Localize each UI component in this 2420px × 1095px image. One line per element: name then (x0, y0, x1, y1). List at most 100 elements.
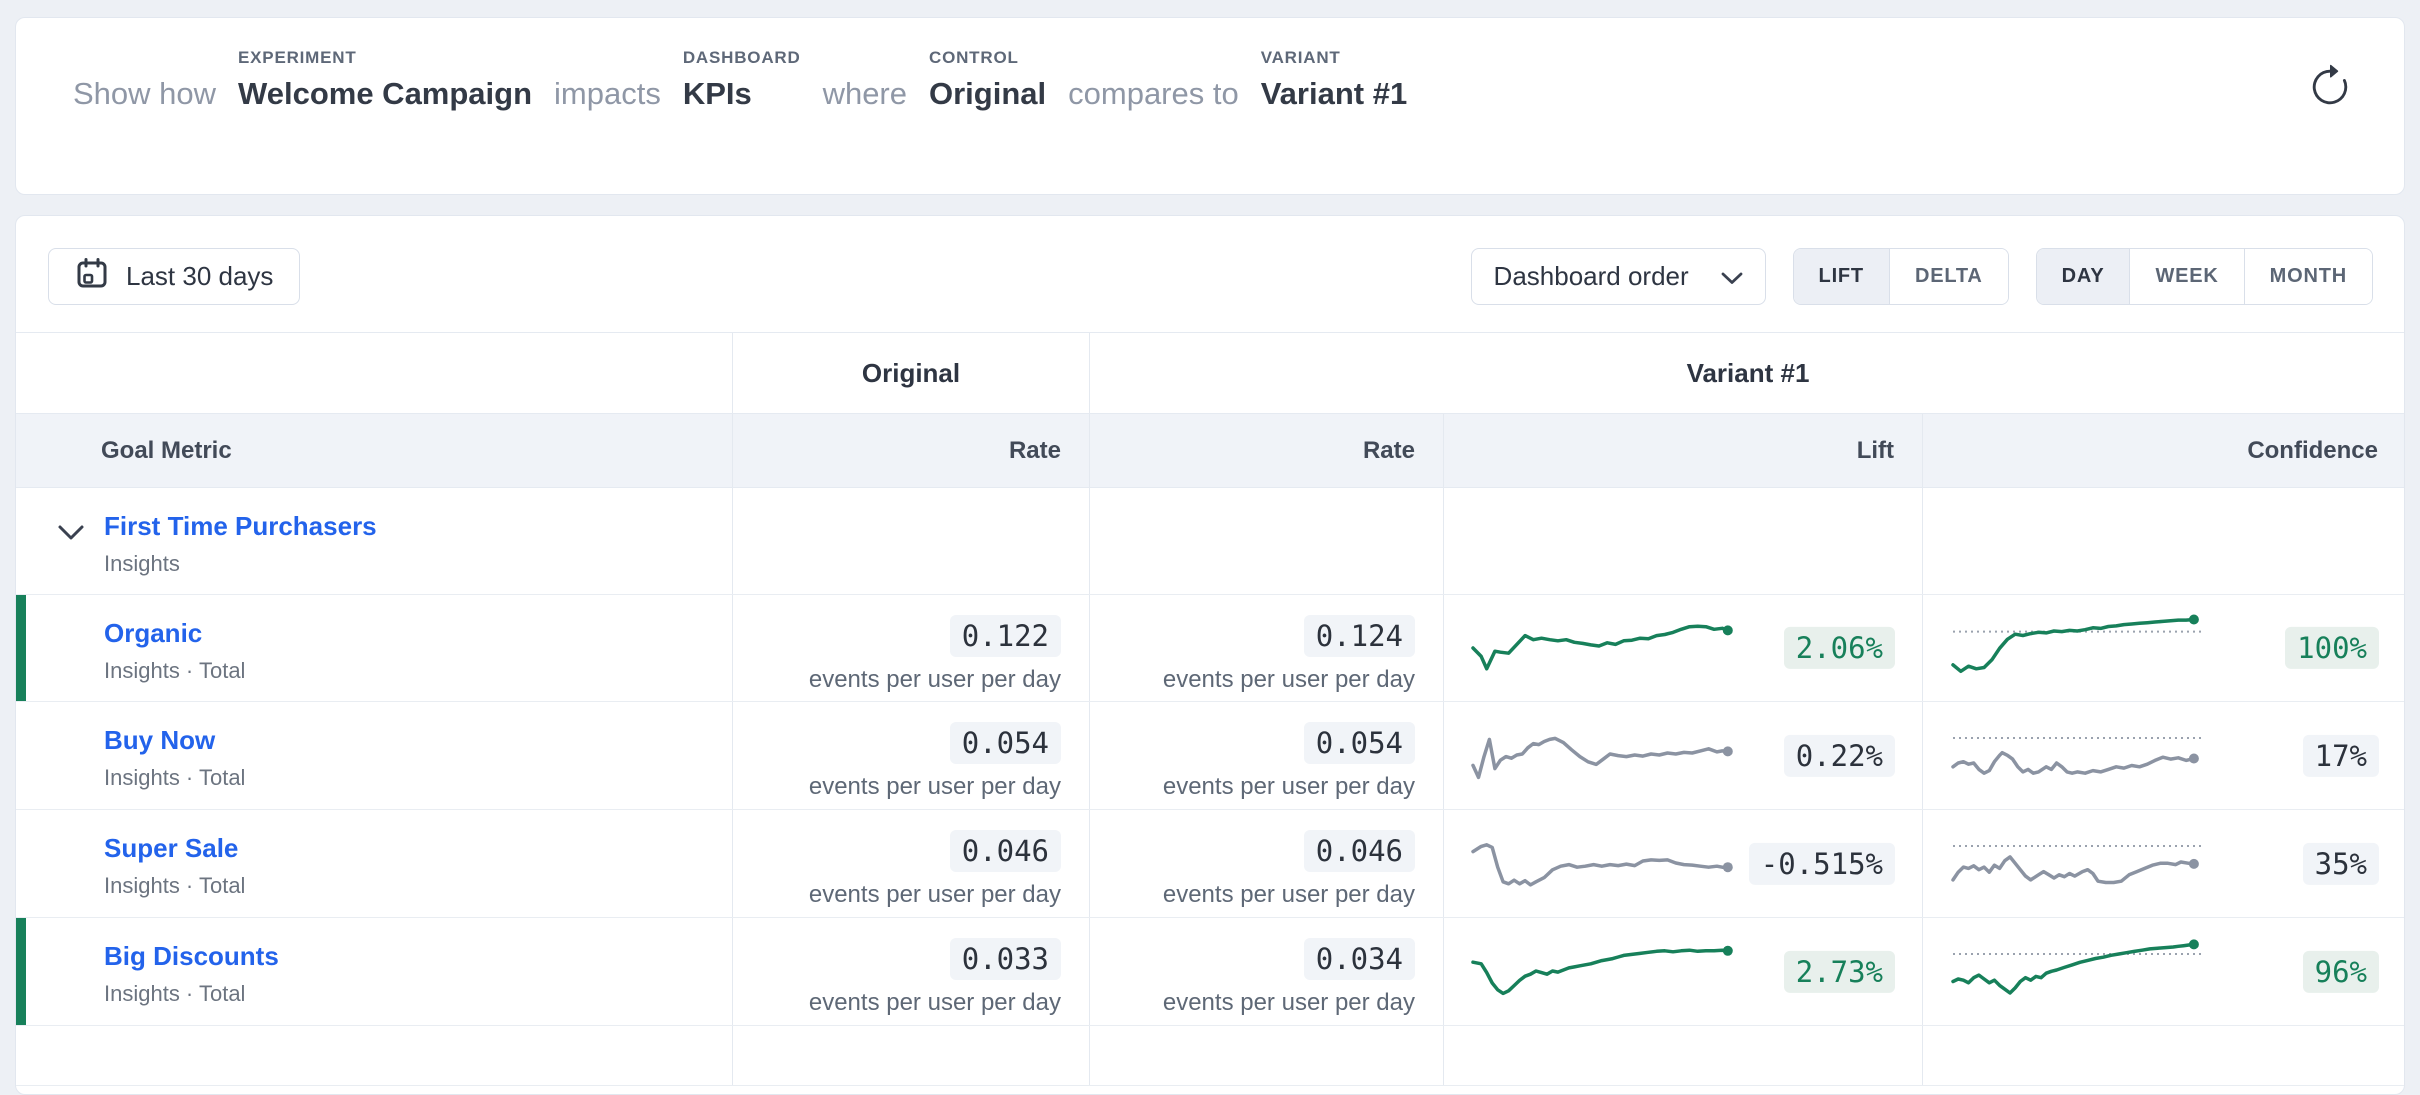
metric-name-cell: Buy Now Insights · Total (16, 702, 733, 809)
empty-cell (733, 1026, 1090, 1085)
confidence-value: 17% (2303, 734, 2379, 776)
variant-rate-cell: 0.046 events per user per day (1090, 810, 1444, 917)
refresh-button[interactable] (2307, 64, 2353, 110)
lift-value: 2.06% (1784, 627, 1895, 669)
lift-cell: 0.22% (1444, 702, 1923, 809)
metric-link[interactable]: Super Sale (104, 833, 238, 864)
confidence-cell: 35% (1923, 810, 2405, 917)
rate-value: 0.122 (950, 615, 1061, 657)
variant-value[interactable]: Variant #1 (1261, 75, 1407, 114)
table-row: Big Discounts Insights · Total 0.033 eve… (16, 918, 2404, 1026)
lift-sparkline (1470, 939, 1754, 1005)
empty-cell (1444, 488, 1923, 594)
control-selector[interactable]: CONTROL Original (929, 48, 1046, 114)
original-rate-cell: 0.122 events per user per day (733, 595, 1090, 701)
table-row-partial (16, 1026, 2404, 1086)
confidence-cell: 17% (1923, 702, 2405, 809)
metric-link[interactable]: Buy Now (104, 725, 215, 756)
variant-selector[interactable]: VARIANT Variant #1 (1261, 48, 1407, 114)
refresh-icon (2307, 98, 2353, 113)
sparkline-svg (1950, 610, 2219, 688)
group-name-cell: First Time Purchasers Insights (16, 488, 733, 594)
confidence-sparkline (1950, 825, 2219, 903)
empty-cell (1090, 488, 1444, 594)
sentence-word: where (823, 75, 907, 114)
rate-unit: events per user per day (1090, 989, 1415, 1017)
metric-subtitle: Insights · Total (104, 873, 732, 899)
lift-value: -0.515% (1749, 842, 1895, 884)
metric-name-cell: Organic Insights · Total (16, 595, 733, 701)
sentence-word: compares to (1068, 75, 1239, 114)
toggle-week[interactable]: WEEK (2130, 249, 2244, 304)
rate-unit: events per user per day (733, 881, 1061, 909)
empty-cell (733, 488, 1090, 594)
sparkline-svg (1950, 933, 2219, 1011)
toggle-month[interactable]: MONTH (2245, 249, 2372, 304)
column-goal-metric: Goal Metric (16, 414, 733, 487)
chevron-down-icon[interactable] (57, 524, 85, 542)
sparkline-svg (1470, 939, 1754, 1005)
metric-name-cell: Super Sale Insights · Total (16, 810, 733, 917)
date-range-button[interactable]: Last 30 days (48, 248, 300, 305)
rate-value: 0.054 (1304, 722, 1415, 764)
toggle-delta[interactable]: DELTA (1890, 249, 2008, 304)
lift-value: 2.73% (1784, 950, 1895, 992)
empty-cell (1923, 488, 2405, 594)
table-row: Buy Now Insights · Total 0.054 events pe… (16, 702, 2404, 810)
lift-delta-toggle: LIFT DELTA (1793, 248, 2009, 305)
column-lift: Lift (1444, 414, 1923, 487)
group-metric-link[interactable]: First Time Purchasers (104, 511, 377, 542)
table-group-row: First Time Purchasers Insights (16, 488, 2404, 595)
variant-rate-cell: 0.124 events per user per day (1090, 595, 1444, 701)
chevron-down-icon (1721, 261, 1743, 292)
rate-unit: events per user per day (733, 773, 1061, 801)
table-row: Organic Insights · Total 0.122 events pe… (16, 595, 2404, 702)
metric-link[interactable]: Big Discounts (104, 941, 279, 972)
granularity-toggle: DAY WEEK MONTH (2036, 248, 2373, 305)
lift-cell: -0.515% (1444, 810, 1923, 917)
experiment-summary-card: Show how EXPERIMENT Welcome Campaign imp… (15, 17, 2405, 195)
rate-unit: events per user per day (1090, 773, 1415, 801)
rate-value: 0.046 (1304, 830, 1415, 872)
experiment-value[interactable]: Welcome Campaign (238, 75, 532, 114)
dashboard-value[interactable]: KPIs (683, 75, 801, 114)
lift-value: 0.22% (1784, 734, 1895, 776)
dashboard-label: DASHBOARD (683, 48, 801, 68)
significance-bar (16, 918, 26, 1025)
variant-rate-cell: 0.034 events per user per day (1090, 918, 1444, 1025)
original-rate-cell: 0.046 events per user per day (733, 810, 1090, 917)
experiment-selector[interactable]: EXPERIMENT Welcome Campaign (238, 48, 532, 114)
empty-cell (1090, 1026, 1444, 1085)
control-label: CONTROL (929, 48, 1046, 68)
toggle-day[interactable]: DAY (2037, 249, 2131, 304)
toggle-lift[interactable]: LIFT (1794, 249, 1890, 304)
lift-sparkline (1470, 831, 1754, 897)
lift-sparkline (1470, 723, 1754, 789)
rate-unit: events per user per day (733, 989, 1061, 1017)
confidence-value: 35% (2303, 842, 2379, 884)
group-header-original: Original (733, 333, 1090, 413)
metric-subtitle: Insights · Total (104, 658, 732, 684)
calendar-icon (75, 256, 109, 297)
rate-unit: events per user per day (1090, 666, 1415, 694)
dashboard-controls: Last 30 days Dashboard order LIFT DELTA … (16, 216, 2404, 332)
rate-value: 0.034 (1304, 938, 1415, 980)
dashboard-selector[interactable]: DASHBOARD KPIs (683, 48, 801, 114)
control-value[interactable]: Original (929, 75, 1046, 114)
sparkline-svg (1470, 723, 1754, 789)
right-controls: Dashboard order LIFT DELTA DAY WEEK MONT… (1471, 248, 2373, 305)
empty-cell (1923, 1026, 2405, 1085)
confidence-cell: 96% (1923, 918, 2405, 1025)
metric-name-cell: Big Discounts Insights · Total (16, 918, 733, 1025)
confidence-sparkline (1950, 610, 2219, 688)
confidence-cell: 100% (1923, 595, 2405, 701)
variant-rate-cell: 0.054 events per user per day (1090, 702, 1444, 809)
column-original-rate: Rate (733, 414, 1090, 487)
dashboard-order-dropdown[interactable]: Dashboard order (1471, 248, 1766, 305)
metric-link[interactable]: Organic (104, 618, 202, 649)
rate-unit: events per user per day (733, 666, 1061, 694)
sparkline-svg (1950, 825, 2219, 903)
metrics-table: Original Variant #1 Goal Metric Rate Rat… (16, 332, 2404, 1086)
table-row: Super Sale Insights · Total 0.046 events… (16, 810, 2404, 918)
sentence-word: impacts (554, 75, 661, 114)
